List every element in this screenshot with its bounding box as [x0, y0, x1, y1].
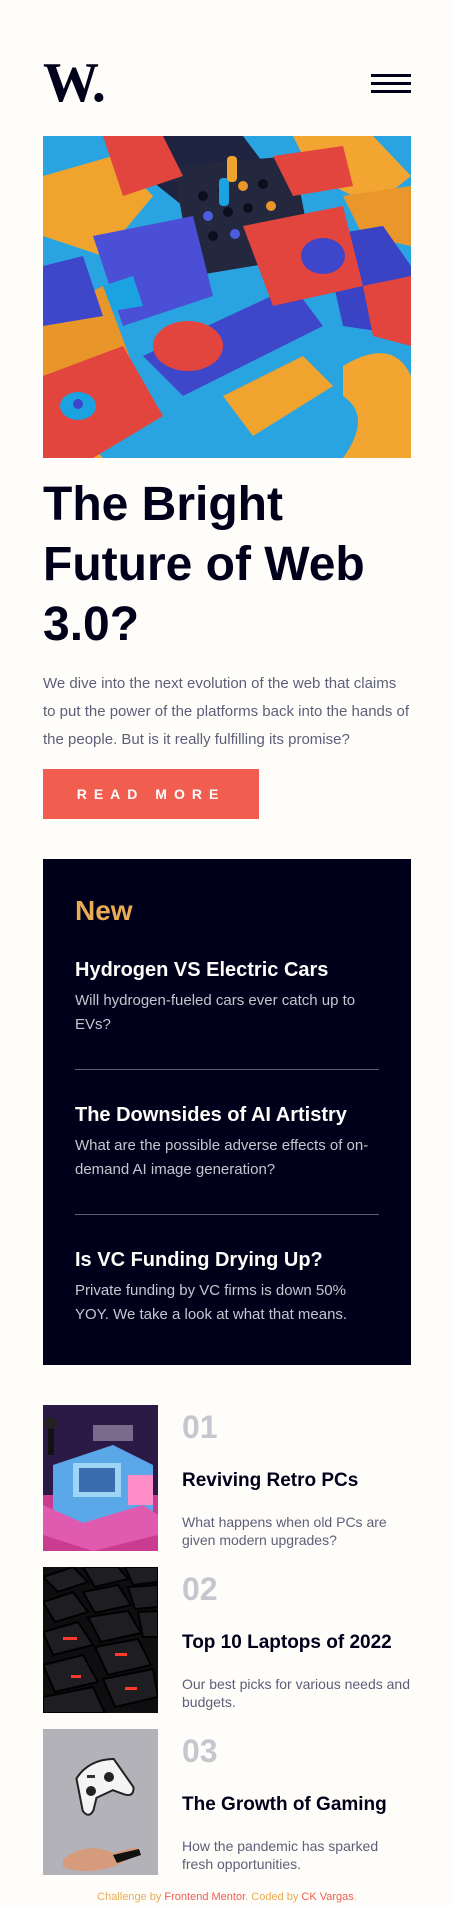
author-link[interactable]: CK Vargas — [301, 1891, 353, 1903]
hero-description: We dive into the next evolution of the w… — [43, 675, 410, 748]
site-logo[interactable]: W. — [43, 55, 106, 111]
hero-image — [43, 136, 411, 458]
attribution-prefix: Challenge by — [97, 1891, 165, 1903]
frontend-mentor-link[interactable]: Frontend Mentor — [164, 1891, 245, 1903]
menu-bar — [371, 82, 411, 85]
list-item: 01 Reviving Retro PCs What happens when … — [43, 1405, 411, 1551]
list-item: 02 Top 10 Laptops of 2022 Our best picks… — [43, 1567, 411, 1713]
new-item-title[interactable]: Is VC Funding Drying Up? — [75, 1247, 379, 1273]
retro-pc-image[interactable] — [43, 1405, 158, 1551]
article-description: How the pandemic has sparked fresh oppor… — [182, 1838, 379, 1872]
new-item-description: Private funding by VC firms is down 50% … — [75, 1282, 348, 1323]
laptop-keyboard-image[interactable] — [43, 1567, 158, 1713]
top-articles-list: 01 Reviving Retro PCs What happens when … — [43, 1405, 411, 1891]
hamburger-menu-icon[interactable] — [371, 74, 411, 94]
menu-bar — [371, 74, 411, 77]
article-title[interactable]: Reviving Retro PCs — [182, 1468, 411, 1494]
article-number: 01 — [182, 1409, 218, 1445]
article-title[interactable]: Top 10 Laptops of 2022 — [182, 1630, 411, 1656]
hero-title: The Bright Future of Web 3.0? — [43, 478, 365, 651]
abstract-3d-shapes-image — [43, 136, 411, 458]
article-number: 02 — [182, 1571, 218, 1607]
attribution-middle: . Coded by — [245, 1891, 302, 1903]
new-item-title[interactable]: Hydrogen VS Electric Cars — [75, 957, 379, 983]
new-item-description: Will hydrogen-fueled cars ever catch up … — [75, 992, 356, 1033]
divider — [75, 1069, 379, 1070]
article-description: Our best picks for various needs and bud… — [182, 1676, 411, 1710]
gaming-controller-image[interactable] — [43, 1729, 158, 1875]
new-item-title[interactable]: The Downsides of AI Artistry — [75, 1102, 379, 1128]
new-articles-panel: New Hydrogen VS Electric Cars Will hydro… — [43, 859, 411, 1365]
new-heading: New — [75, 895, 133, 926]
divider — [75, 1214, 379, 1215]
read-more-button[interactable]: READ MORE — [43, 769, 259, 819]
article-title[interactable]: The Growth of Gaming — [182, 1792, 411, 1818]
site-header: W. — [43, 55, 411, 111]
attribution: Challenge by Frontend Mentor. Coded by C… — [0, 1890, 454, 1904]
article-description: What happens when old PCs are given mode… — [182, 1514, 387, 1548]
attribution-suffix: . — [353, 1891, 357, 1903]
article-number: 03 — [182, 1733, 218, 1769]
new-item-description: What are the possible adverse effects of… — [75, 1137, 369, 1178]
list-item: 03 The Growth of Gaming How the pandemic… — [43, 1729, 411, 1875]
menu-bar — [371, 90, 411, 93]
new-item: Hydrogen VS Electric Cars Will hydrogen-… — [75, 957, 379, 1037]
new-item: Is VC Funding Drying Up? Private funding… — [75, 1247, 379, 1327]
new-item: The Downsides of AI Artistry What are th… — [75, 1102, 379, 1182]
